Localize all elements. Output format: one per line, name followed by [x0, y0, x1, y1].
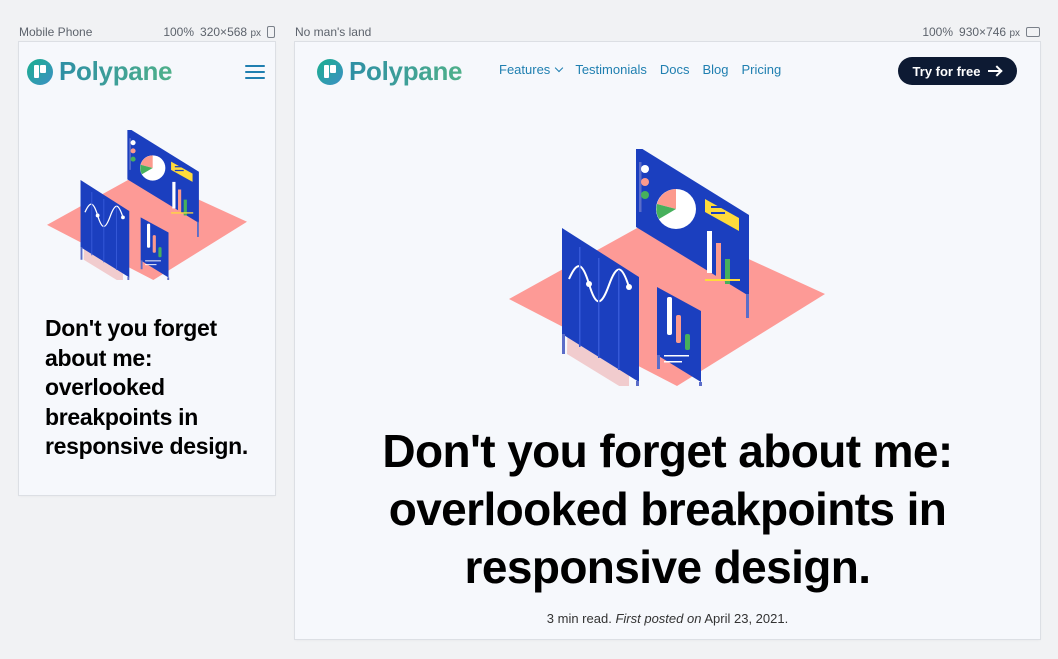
dashboard-illustration	[509, 149, 825, 386]
chevron-down-icon	[555, 63, 564, 73]
mobile-pane[interactable]: Polypane Don't you forget about me: over…	[19, 42, 275, 495]
nav-item-features[interactable]: Features	[499, 62, 564, 77]
pane-label-mobile: Mobile Phone 100% 320×568 px	[19, 24, 275, 40]
phone-icon[interactable]	[267, 26, 275, 38]
device-name: Mobile Phone	[19, 25, 93, 39]
arrow-right-icon	[988, 66, 1002, 76]
site-logo[interactable]: Polypane	[27, 56, 173, 87]
zoom-level[interactable]: 100%	[922, 25, 953, 39]
main-nav: Features Testimonials Docs Blog Pricing	[499, 62, 781, 77]
article-heading: Don't you forget about me: overlooked br…	[382, 425, 953, 593]
hamburger-menu-icon[interactable]	[245, 65, 265, 79]
zoom-level[interactable]: 100%	[163, 25, 194, 39]
nav-item-pricing[interactable]: Pricing	[742, 62, 782, 77]
site-logo[interactable]: Polypane	[317, 56, 463, 87]
logo-text: Polypane	[349, 56, 463, 86]
nav-item-testimonials[interactable]: Testimonials	[575, 62, 647, 77]
try-for-free-button[interactable]: Try for free	[898, 57, 1017, 85]
polypane-logo-icon	[317, 58, 343, 85]
viewport-size[interactable]: 320×568 px	[200, 25, 261, 39]
article-byline: 3 min read. First posted on April 23, 20…	[546, 611, 789, 626]
logo-text: Polypane	[59, 56, 173, 86]
pane-label-nomansland: No man's land 100% 930×746 px	[295, 24, 1040, 40]
device-name: No man's land	[295, 25, 372, 39]
nav-item-blog[interactable]: Blog	[702, 62, 728, 77]
dashboard-illustration	[47, 130, 247, 280]
nav-item-docs[interactable]: Docs	[660, 62, 690, 77]
article-heading: Don't you forget about me: overlooked br…	[45, 315, 248, 459]
nomansland-pane[interactable]: Polypane Features Testimonials Docs Blog…	[295, 42, 1040, 639]
polypane-logo-icon	[27, 58, 53, 85]
tablet-icon[interactable]	[1026, 27, 1040, 37]
viewport-size[interactable]: 930×746 px	[959, 25, 1020, 39]
